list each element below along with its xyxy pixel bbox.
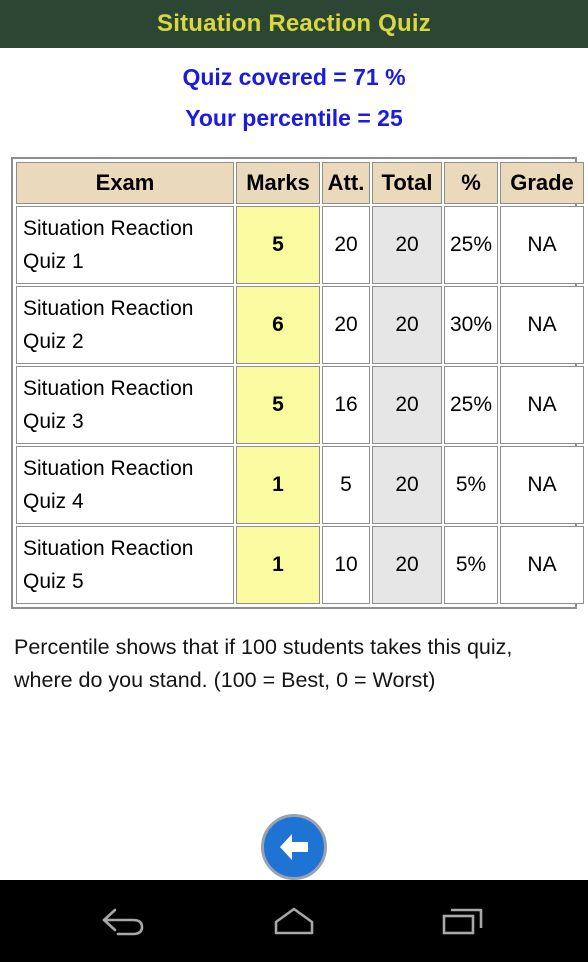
table-row: Situation Reaction Quiz 4 1 5 20 5% NA	[16, 446, 584, 524]
cell-percentage: 25%	[444, 366, 498, 444]
table-row: Situation Reaction Quiz 2 6 20 20 30% NA	[16, 286, 584, 364]
cell-exam-name: Situation Reaction Quiz 5	[16, 526, 234, 604]
nav-back-button[interactable]	[40, 880, 209, 962]
cell-percentage: 25%	[444, 206, 498, 284]
results-table: Exam Marks Att. Total % Grade Situation …	[14, 160, 586, 606]
cell-percentage: 5%	[444, 526, 498, 604]
cell-attempted: 5	[322, 446, 370, 524]
home-icon	[266, 904, 322, 938]
your-percentile-text: Your percentile = 25	[185, 105, 403, 131]
column-header-att: Att.	[322, 162, 370, 204]
column-header-exam: Exam	[16, 162, 234, 204]
cell-total: 20	[372, 446, 442, 524]
table-row: Situation Reaction Quiz 3 5 16 20 25% NA	[16, 366, 584, 444]
nav-recents-button[interactable]	[379, 880, 548, 962]
recents-icon	[435, 904, 491, 938]
back-button-area	[0, 814, 588, 880]
results-table-container: Exam Marks Att. Total % Grade Situation …	[11, 157, 584, 609]
cell-attempted: 20	[322, 206, 370, 284]
cell-attempted: 20	[322, 286, 370, 364]
cell-exam-name: Situation Reaction Quiz 1	[16, 206, 234, 284]
cell-grade: NA	[500, 526, 584, 604]
cell-percentage: 30%	[444, 286, 498, 364]
cell-marks: 5	[236, 366, 320, 444]
percentile-explanation-note: Percentile shows that if 100 students ta…	[14, 635, 513, 692]
page-title: Situation Reaction Quiz	[157, 10, 431, 37]
app-title-bar: Situation Reaction Quiz	[0, 0, 588, 48]
cell-grade: NA	[500, 366, 584, 444]
cell-total: 20	[372, 526, 442, 604]
table-header-row: Exam Marks Att. Total % Grade	[16, 162, 584, 204]
cell-exam-name: Situation Reaction Quiz 2	[16, 286, 234, 364]
table-row: Situation Reaction Quiz 5 1 10 20 5% NA	[16, 526, 584, 604]
back-icon	[99, 904, 151, 938]
android-navigation-bar	[0, 880, 588, 962]
column-header-pct: %	[444, 162, 498, 204]
cell-marks: 1	[236, 526, 320, 604]
column-header-total: Total	[372, 162, 442, 204]
table-row: Situation Reaction Quiz 1 5 20 20 25% NA	[16, 206, 584, 284]
back-button[interactable]	[261, 814, 327, 880]
arrow-left-icon	[275, 830, 313, 864]
cell-grade: NA	[500, 286, 584, 364]
cell-total: 20	[372, 286, 442, 364]
cell-attempted: 16	[322, 366, 370, 444]
cell-exam-name: Situation Reaction Quiz 4	[16, 446, 234, 524]
cell-percentage: 5%	[444, 446, 498, 524]
summary-block: Quiz covered = 71 % Your percentile = 25	[0, 48, 588, 139]
cell-grade: NA	[500, 446, 584, 524]
nav-home-button[interactable]	[209, 880, 378, 962]
cell-exam-name: Situation Reaction Quiz 3	[16, 366, 234, 444]
cell-marks: 1	[236, 446, 320, 524]
cell-marks: 5	[236, 206, 320, 284]
cell-marks: 6	[236, 286, 320, 364]
cell-attempted: 10	[322, 526, 370, 604]
column-header-marks: Marks	[236, 162, 320, 204]
cell-grade: NA	[500, 206, 584, 284]
quiz-covered-text: Quiz covered = 71 %	[182, 64, 406, 90]
cell-total: 20	[372, 366, 442, 444]
column-header-grade: Grade	[500, 162, 584, 204]
cell-total: 20	[372, 206, 442, 284]
